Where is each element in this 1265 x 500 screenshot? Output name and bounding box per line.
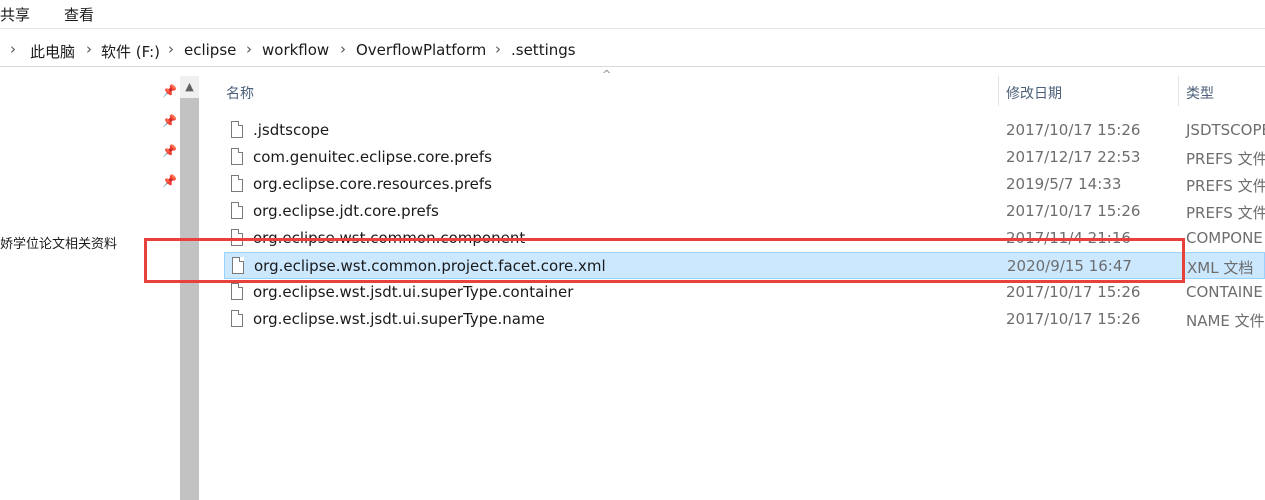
pin-icon[interactable]: 📌 xyxy=(162,174,177,188)
file-row[interactable]: org.eclipse.wst.jsdt.ui.superType.name 20… xyxy=(224,306,1265,333)
file-name[interactable]: org.eclipse.jdt.core.prefs xyxy=(253,202,439,220)
column-header-type[interactable]: 类型 xyxy=(1186,83,1214,103)
pin-icon[interactable]: 📌 xyxy=(162,114,177,128)
ribbon-tab-view[interactable]: 查看 xyxy=(64,4,94,25)
file-type: PREFS 文件 xyxy=(1186,177,1265,195)
file-date-modified: 2017/10/17 15:26 xyxy=(1006,121,1141,139)
pin-icon[interactable]: 📌 xyxy=(162,84,177,98)
file-row[interactable]: .jsdtscope 2017/10/17 15:26 JSDTSCOPE xyxy=(224,117,1265,144)
nav-scrollbar-thumb[interactable] xyxy=(180,98,199,500)
file-icon xyxy=(231,310,243,327)
file-date-modified: 2017/10/17 15:26 xyxy=(1006,202,1141,220)
breadcrumb-eclipse[interactable]: eclipse xyxy=(184,41,236,59)
file-date-modified: 2019/5/7 14:33 xyxy=(1006,175,1122,193)
file-type: XML 文档 xyxy=(1187,259,1254,277)
file-name[interactable]: org.eclipse.wst.jsdt.ui.superType.contai… xyxy=(253,283,573,301)
file-name[interactable]: org.eclipse.core.resources.prefs xyxy=(253,175,492,193)
column-header-date-modified[interactable]: 修改日期 xyxy=(1006,83,1062,103)
file-icon xyxy=(231,148,243,165)
file-type: NAME 文件 xyxy=(1186,312,1265,330)
file-row[interactable]: org.eclipse.jdt.core.prefs 2017/10/17 15:… xyxy=(224,198,1265,225)
chevron-right-icon[interactable]: › xyxy=(10,40,16,58)
file-name[interactable]: com.genuitec.eclipse.core.prefs xyxy=(253,148,492,166)
file-type: CONTAINE xyxy=(1186,283,1263,301)
scroll-up-arrow-icon[interactable]: ▲ xyxy=(180,76,199,98)
file-date-modified: 2017/10/17 15:26 xyxy=(1006,310,1141,328)
chevron-right-icon[interactable]: › xyxy=(246,40,252,58)
nav-item-thesis-folder[interactable]: 娇学位论文相关资料 xyxy=(0,233,117,252)
address-bar[interactable]: › 此电脑 › 软件 (F:) › eclipse › workflow › O… xyxy=(0,34,1265,67)
column-divider[interactable] xyxy=(998,76,999,106)
file-type: PREFS 文件 xyxy=(1186,204,1265,222)
column-header-name[interactable]: 名称 xyxy=(226,83,254,103)
breadcrumb-this-pc[interactable]: 此电脑 xyxy=(30,41,75,62)
sort-ascending-icon: ^ xyxy=(602,68,612,81)
column-divider[interactable] xyxy=(1178,76,1179,106)
chevron-right-icon[interactable]: › xyxy=(168,40,174,58)
file-icon xyxy=(231,283,243,300)
file-name[interactable]: .jsdtscope xyxy=(253,121,329,139)
file-type: JSDTSCOPE xyxy=(1186,121,1265,139)
ribbon-tab-share[interactable]: 共享 xyxy=(0,4,30,25)
file-name[interactable]: org.eclipse.wst.jsdt.ui.superType.name xyxy=(253,310,545,328)
file-date-modified: 2017/12/17 22:53 xyxy=(1006,148,1141,166)
file-icon xyxy=(231,121,243,138)
breadcrumb-workflow[interactable]: workflow xyxy=(262,41,329,59)
file-row[interactable]: com.genuitec.eclipse.core.prefs 2017/12/1… xyxy=(224,144,1265,171)
breadcrumb-drive-f[interactable]: 软件 (F:) xyxy=(101,41,160,62)
file-type: COMPONE xyxy=(1186,229,1263,247)
breadcrumb-settings[interactable]: .settings xyxy=(511,41,576,59)
file-icon xyxy=(231,175,243,192)
ribbon-bar: 共享 查看 xyxy=(0,0,1265,29)
breadcrumb-overflowplatform[interactable]: OverflowPlatform xyxy=(356,41,486,59)
file-row[interactable]: org.eclipse.core.resources.prefs 2019/5/7… xyxy=(224,171,1265,198)
file-row[interactable]: org.eclipse.wst.jsdt.ui.superType.contai… xyxy=(224,279,1265,306)
file-icon xyxy=(231,202,243,219)
annotation-highlight-box xyxy=(144,238,1185,283)
chevron-right-icon[interactable]: › xyxy=(86,40,92,58)
file-type: PREFS 文件 xyxy=(1186,150,1265,168)
chevron-right-icon[interactable]: › xyxy=(495,40,501,58)
chevron-right-icon[interactable]: › xyxy=(340,40,346,58)
pin-icon[interactable]: 📌 xyxy=(162,144,177,158)
file-date-modified: 2017/10/17 15:26 xyxy=(1006,283,1141,301)
